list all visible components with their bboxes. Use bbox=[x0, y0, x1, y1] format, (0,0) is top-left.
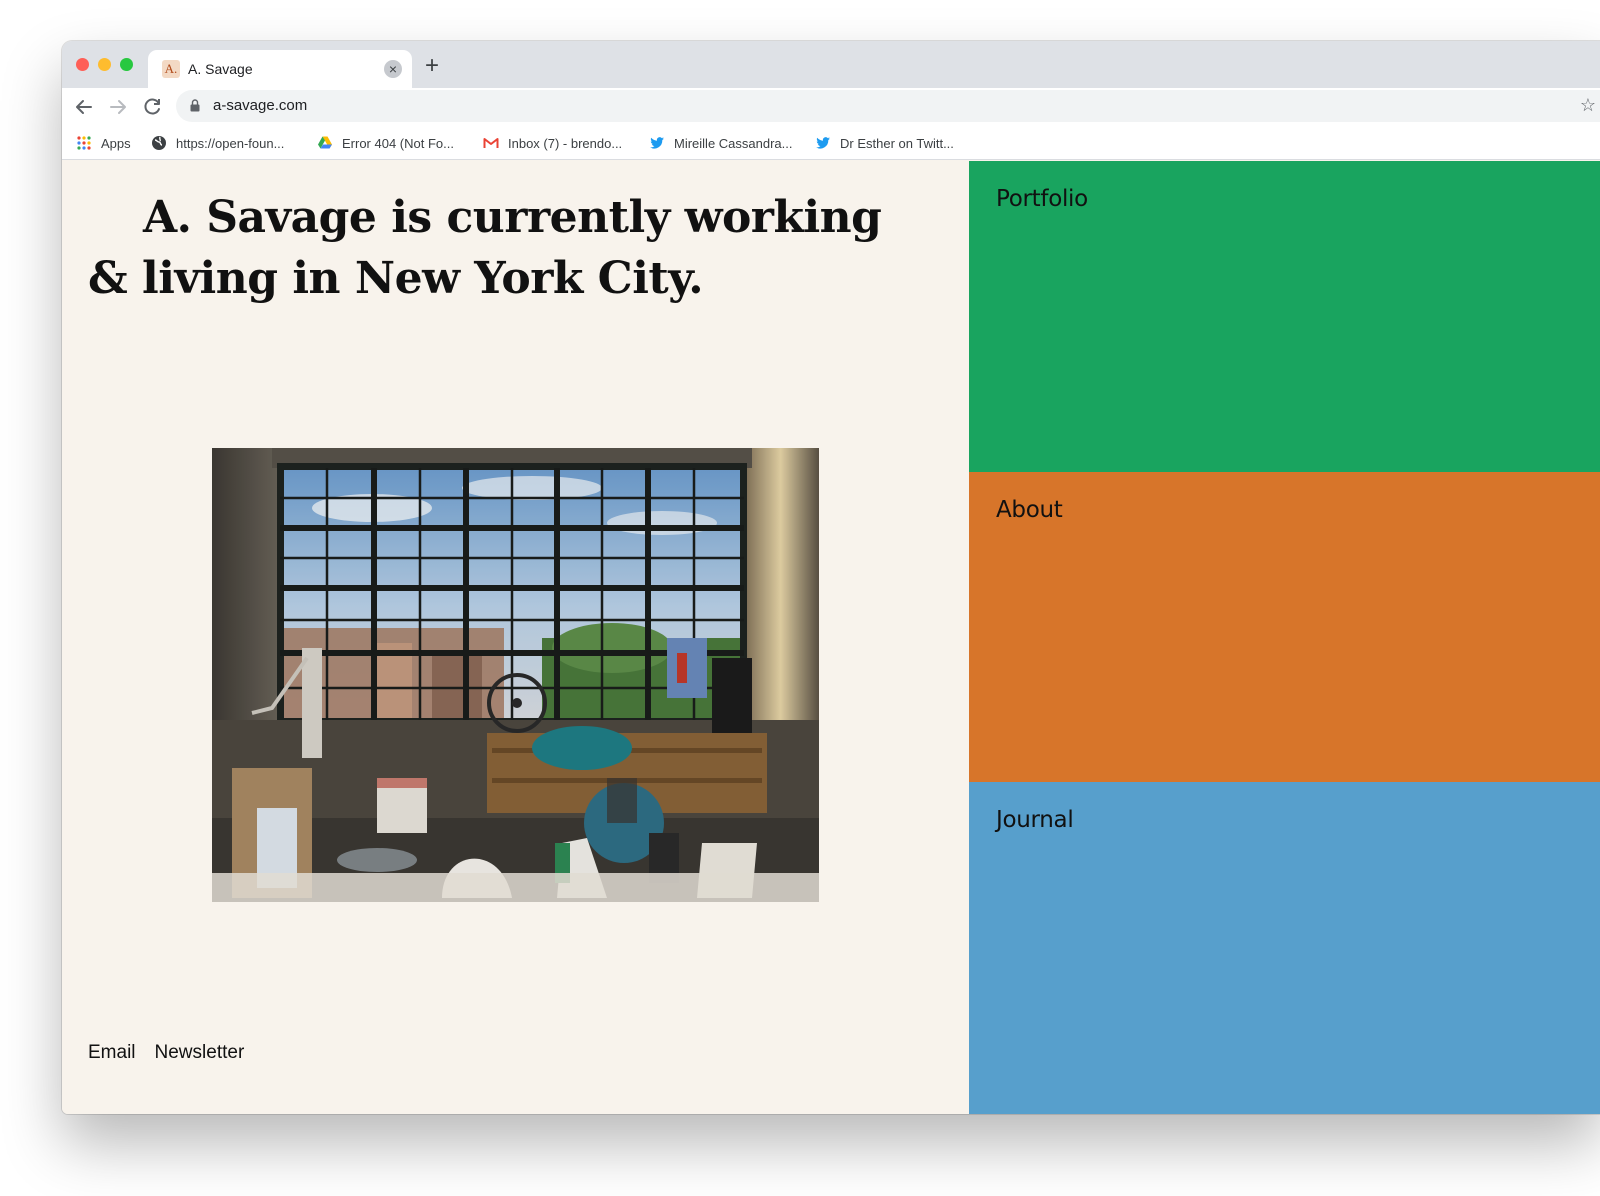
bookmark-label: Dr Esther on Twitt... bbox=[840, 135, 954, 151]
gmail-icon bbox=[483, 138, 499, 148]
bookmark-mireille-cassandra[interactable]: Mireille Cassandra... bbox=[649, 134, 793, 152]
bookmark-error-404[interactable]: Error 404 (Not Fo... bbox=[317, 134, 454, 152]
bookmark-open-foundry[interactable]: https://open-foun... bbox=[151, 134, 284, 152]
bookmark-apps[interactable]: Apps bbox=[76, 134, 131, 152]
bookmark-gmail-inbox[interactable]: Inbox (7) - brendo... bbox=[483, 134, 622, 152]
title-bar: A. A. Savage × + bbox=[62, 41, 1600, 88]
bookmark-label: Apps bbox=[101, 135, 131, 151]
bookmark-label: Error 404 (Not Fo... bbox=[342, 135, 454, 151]
forward-arrow-icon[interactable] bbox=[106, 95, 130, 119]
nav-panel-label: About bbox=[996, 497, 1063, 523]
email-link[interactable]: Email bbox=[88, 1042, 136, 1064]
tab-title: A. Savage bbox=[188, 61, 253, 77]
globe-icon bbox=[152, 136, 166, 150]
window-maximize-button[interactable] bbox=[120, 58, 133, 71]
twitter-icon bbox=[816, 137, 830, 149]
bookmark-label: Inbox (7) - brendo... bbox=[508, 135, 623, 151]
studio-photo bbox=[212, 448, 819, 902]
newsletter-link[interactable]: Newsletter bbox=[155, 1042, 245, 1064]
new-tab-button[interactable]: + bbox=[425, 54, 439, 78]
bookmark-label: https://open-foun... bbox=[176, 135, 285, 151]
url-text: a-savage.com bbox=[213, 97, 308, 114]
page-headline: A. Savage is currently working & living … bbox=[88, 192, 882, 304]
lock-icon bbox=[190, 99, 200, 112]
browser-tab[interactable]: A. A. Savage × bbox=[148, 50, 412, 88]
nav-panel-journal[interactable]: Journal bbox=[969, 782, 1600, 1114]
browser-toolbar: a-savage.com ☆ bbox=[62, 88, 1600, 126]
page-content: A. Savage is currently working & living … bbox=[62, 161, 1600, 1114]
browser-window: A. A. Savage × + a-savage.com ☆ Apps htt… bbox=[62, 41, 1600, 1114]
site-favicon-icon: A. bbox=[162, 60, 180, 78]
footer-links: Email Newsletter bbox=[88, 1042, 244, 1064]
intro-pane: A. Savage is currently working & living … bbox=[62, 161, 969, 1114]
back-arrow-icon[interactable] bbox=[72, 95, 96, 119]
apps-grid-icon bbox=[77, 136, 91, 150]
nav-panel-about[interactable]: About bbox=[969, 472, 1600, 782]
nav-panel-label: Journal bbox=[996, 807, 1074, 833]
google-drive-icon bbox=[318, 136, 332, 149]
twitter-icon bbox=[650, 137, 664, 149]
address-bar[interactable]: a-savage.com ☆ bbox=[176, 90, 1600, 122]
window-close-button[interactable] bbox=[76, 58, 89, 71]
bookmark-star-icon[interactable]: ☆ bbox=[1580, 95, 1596, 116]
bookmark-dr-esther[interactable]: Dr Esther on Twitt... bbox=[815, 134, 954, 152]
nav-panel-portfolio[interactable]: Portfolio bbox=[969, 161, 1600, 472]
nav-panel-label: Portfolio bbox=[996, 186, 1088, 212]
bookmark-label: Mireille Cassandra... bbox=[674, 135, 793, 151]
tab-close-icon[interactable]: × bbox=[384, 60, 402, 78]
window-minimize-button[interactable] bbox=[98, 58, 111, 71]
bookmarks-bar: Apps https://open-foun... Error 404 (Not… bbox=[62, 126, 1600, 160]
reload-icon[interactable] bbox=[140, 95, 164, 119]
